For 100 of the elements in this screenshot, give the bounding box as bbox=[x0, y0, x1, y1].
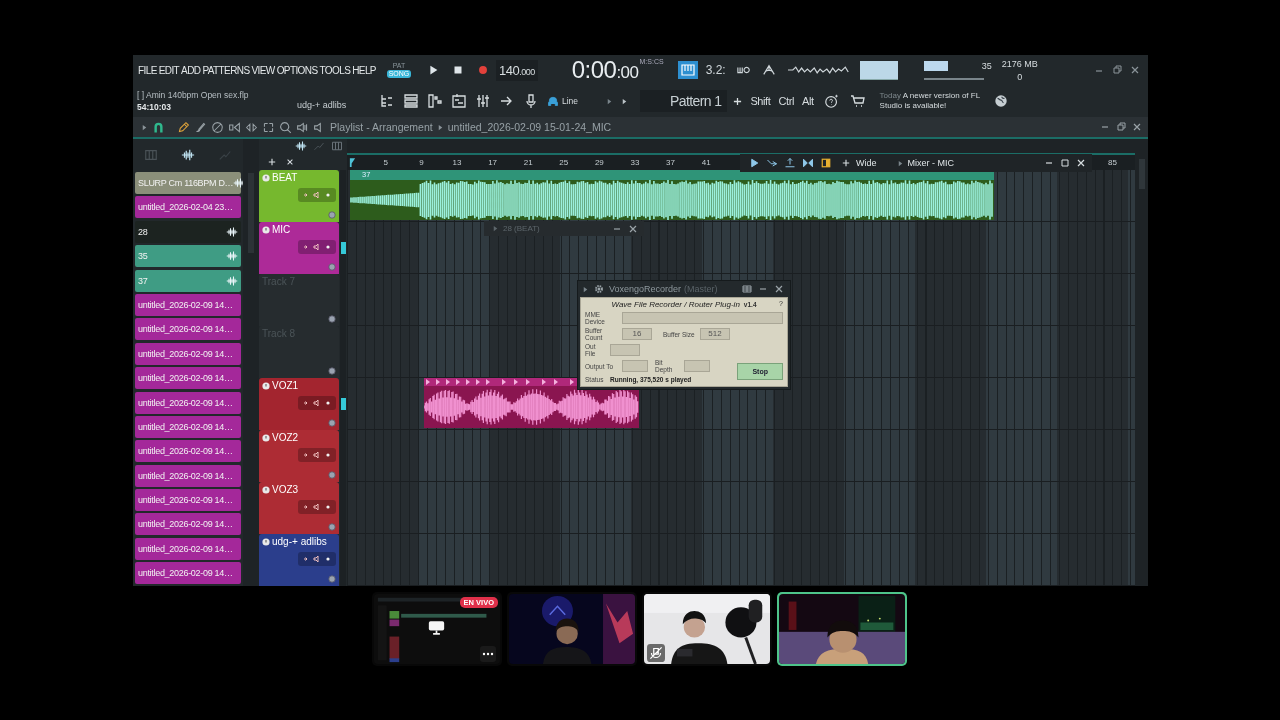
track-knob-icon[interactable] bbox=[328, 263, 336, 271]
slice-icon[interactable] bbox=[245, 120, 258, 134]
menu-item[interactable]: OPTIONS bbox=[276, 64, 318, 76]
menu-item[interactable]: EDIT bbox=[158, 64, 180, 76]
picker-clip[interactable]: untitled_2026-02-09 14… bbox=[135, 391, 241, 414]
slip-icon[interactable] bbox=[228, 120, 241, 134]
mute-icon[interactable] bbox=[211, 120, 224, 134]
zoom-icon[interactable] bbox=[279, 120, 292, 134]
track-knob-icon[interactable] bbox=[328, 211, 336, 219]
tempo-field[interactable]: 140.000 bbox=[495, 59, 538, 81]
close-icon[interactable] bbox=[1132, 122, 1142, 132]
device-field[interactable] bbox=[622, 312, 783, 324]
track-header[interactable]: VOZ2 bbox=[259, 430, 339, 482]
piano-roll-icon[interactable] bbox=[427, 93, 443, 109]
restore-icon[interactable] bbox=[1112, 65, 1122, 75]
track-buttons-icon[interactable] bbox=[302, 398, 332, 408]
close-icon[interactable] bbox=[1130, 65, 1140, 75]
track-controls[interactable] bbox=[298, 448, 336, 462]
track-controls[interactable] bbox=[298, 396, 336, 410]
input-field[interactable] bbox=[622, 360, 648, 372]
settings-icon[interactable] bbox=[593, 283, 605, 295]
picker-clip[interactable]: untitled_2026-02-09 14… bbox=[135, 440, 241, 463]
brush-icon[interactable] bbox=[194, 120, 207, 134]
add-icon[interactable] bbox=[268, 157, 276, 166]
picker-clip[interactable]: untitled_2026-02-04 23… bbox=[135, 196, 241, 219]
pencil-icon[interactable] bbox=[177, 120, 190, 134]
modifier-key[interactable]: Ctrl bbox=[778, 95, 794, 107]
speaker-icon[interactable] bbox=[296, 120, 309, 134]
track-knob-icon[interactable] bbox=[328, 471, 336, 479]
track-knob-icon[interactable] bbox=[328, 367, 336, 375]
route-icon[interactable] bbox=[766, 157, 778, 169]
stereo-mode-label[interactable]: Wide bbox=[856, 158, 877, 168]
menu-item[interactable]: ADD bbox=[181, 64, 201, 76]
track-buttons-icon[interactable] bbox=[302, 242, 332, 252]
panel-icon[interactable] bbox=[820, 157, 832, 169]
add-icon[interactable] bbox=[842, 159, 850, 167]
caret-icon[interactable] bbox=[582, 285, 589, 293]
audio-clip-icon[interactable] bbox=[181, 147, 195, 162]
track-controls[interactable] bbox=[298, 188, 336, 202]
menu-item[interactable]: HELP bbox=[352, 64, 376, 76]
track-menu-icon[interactable] bbox=[262, 225, 270, 234]
piano-icon[interactable] bbox=[331, 140, 343, 152]
picker-clip[interactable]: untitled_2026-02-09 14… bbox=[135, 562, 241, 585]
add-icon[interactable] bbox=[733, 96, 743, 106]
input-selector[interactable]: Line bbox=[562, 96, 602, 106]
mixer-icon[interactable] bbox=[475, 93, 491, 109]
track-header[interactable]: udg-+ adlibs bbox=[259, 534, 339, 586]
audio-clip[interactable] bbox=[424, 378, 639, 428]
menu-icon[interactable] bbox=[742, 284, 752, 294]
picker-clip[interactable]: untitled_2026-02-09 14… bbox=[135, 342, 241, 365]
track-header[interactable]: MIC bbox=[259, 222, 339, 274]
track-buttons-icon[interactable] bbox=[302, 450, 332, 460]
menu-item[interactable]: TOOLS bbox=[319, 64, 351, 76]
microphone-icon[interactable] bbox=[523, 93, 539, 109]
picker-clip[interactable]: untitled_2026-02-09 14… bbox=[135, 415, 241, 438]
track-menu-icon[interactable] bbox=[262, 433, 270, 442]
select-icon[interactable] bbox=[262, 120, 275, 134]
caret-icon[interactable] bbox=[141, 123, 148, 131]
track-menu-icon[interactable] bbox=[262, 485, 270, 494]
input-field[interactable] bbox=[684, 360, 710, 372]
file-field[interactable] bbox=[610, 344, 640, 356]
close-icon[interactable] bbox=[774, 284, 784, 294]
modifier-key[interactable]: Shift bbox=[750, 95, 771, 107]
maximize-icon[interactable] bbox=[1060, 158, 1070, 168]
track-buttons-icon[interactable] bbox=[302, 554, 332, 564]
input-field[interactable]: 16 bbox=[622, 328, 652, 340]
audio-clip-icon[interactable] bbox=[295, 140, 307, 152]
keyboard-icon[interactable] bbox=[677, 61, 698, 79]
playlist-icon[interactable] bbox=[451, 93, 467, 109]
menu-item[interactable]: PATTERNS bbox=[202, 64, 250, 76]
picker-clip[interactable]: 28 bbox=[135, 220, 241, 243]
headphones-icon[interactable] bbox=[547, 95, 559, 107]
track-header[interactable]: VOZ1 bbox=[259, 378, 339, 430]
track-knob-icon[interactable] bbox=[328, 575, 336, 583]
cart-icon[interactable] bbox=[849, 93, 866, 109]
picker-clip[interactable]: untitled_2026-02-09 14… bbox=[135, 367, 241, 390]
track-buttons-icon[interactable] bbox=[302, 502, 332, 512]
picker-clip[interactable]: untitled_2026-02-09 14… bbox=[135, 293, 241, 316]
export-icon[interactable] bbox=[784, 157, 796, 169]
globe-icon[interactable] bbox=[993, 94, 1008, 108]
more-button[interactable] bbox=[480, 646, 496, 662]
channel-rack-icon[interactable] bbox=[403, 93, 419, 109]
news-message[interactable]: Today A newer version of FL Studio is available! bbox=[879, 91, 988, 111]
picker-clip[interactable]: untitled_2026-02-09 14… bbox=[135, 318, 241, 341]
track-controls[interactable] bbox=[298, 552, 336, 566]
input-field[interactable]: 512 bbox=[700, 328, 730, 340]
pattern-selector[interactable]: Pattern 1 bbox=[640, 90, 728, 112]
browser-icon[interactable] bbox=[379, 93, 395, 109]
track-knob-icon[interactable] bbox=[328, 419, 336, 427]
track-controls[interactable] bbox=[298, 500, 336, 514]
close-icon[interactable] bbox=[628, 223, 638, 234]
track-buttons-icon[interactable] bbox=[302, 190, 332, 200]
track-knob-icon[interactable] bbox=[328, 315, 336, 323]
picker-clip[interactable]: untitled_2026-02-09 14… bbox=[135, 537, 241, 560]
modifier-key[interactable]: Alt bbox=[801, 95, 814, 107]
menu-item[interactable]: FILE bbox=[138, 64, 157, 76]
track-controls[interactable] bbox=[298, 240, 336, 254]
help-icon[interactable] bbox=[823, 93, 840, 109]
picker-clip[interactable]: untitled_2026-02-09 14… bbox=[135, 489, 241, 512]
playhead-marker-icon[interactable] bbox=[349, 158, 356, 167]
